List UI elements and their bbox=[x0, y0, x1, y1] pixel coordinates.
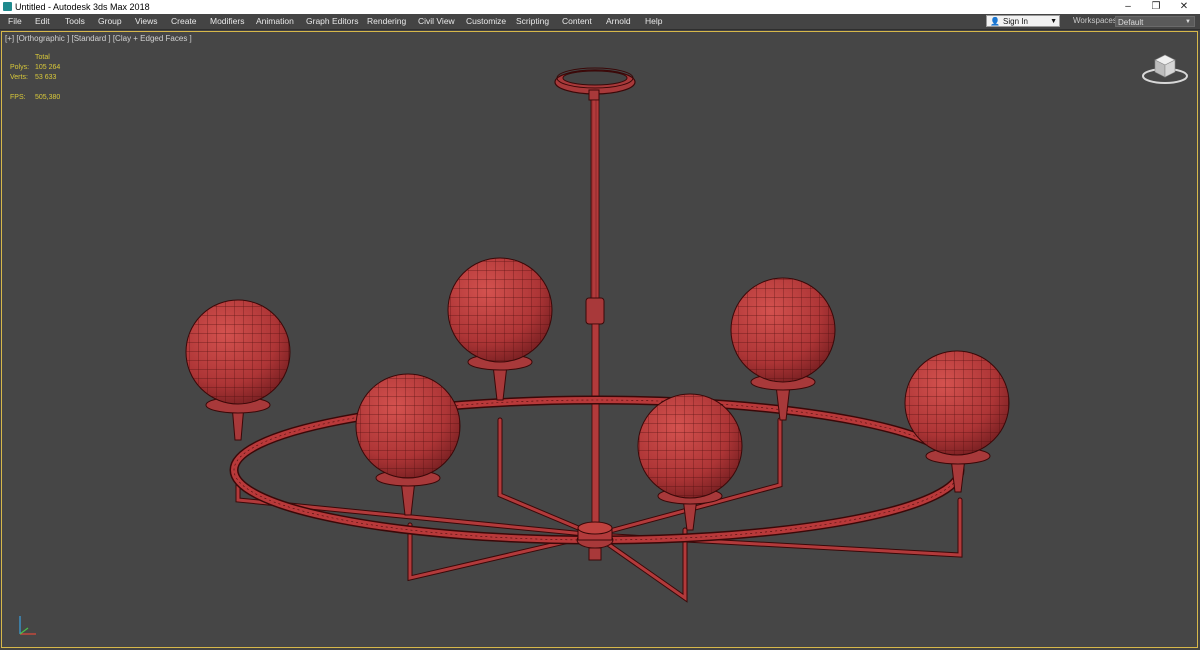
globe-right-back[interactable] bbox=[730, 277, 836, 421]
globe-right-far[interactable] bbox=[904, 350, 1010, 493]
globe-left-back[interactable] bbox=[185, 299, 291, 441]
scene-canvas[interactable] bbox=[0, 0, 1200, 650]
viewcube-icon[interactable] bbox=[1141, 50, 1189, 86]
globe-center-back[interactable] bbox=[447, 257, 553, 401]
axis-tripod-icon bbox=[19, 616, 36, 635]
center-hub[interactable] bbox=[576, 521, 614, 561]
globe-center-front[interactable] bbox=[637, 393, 743, 531]
globe-left-front[interactable] bbox=[355, 373, 461, 516]
center-rod[interactable] bbox=[585, 89, 605, 525]
